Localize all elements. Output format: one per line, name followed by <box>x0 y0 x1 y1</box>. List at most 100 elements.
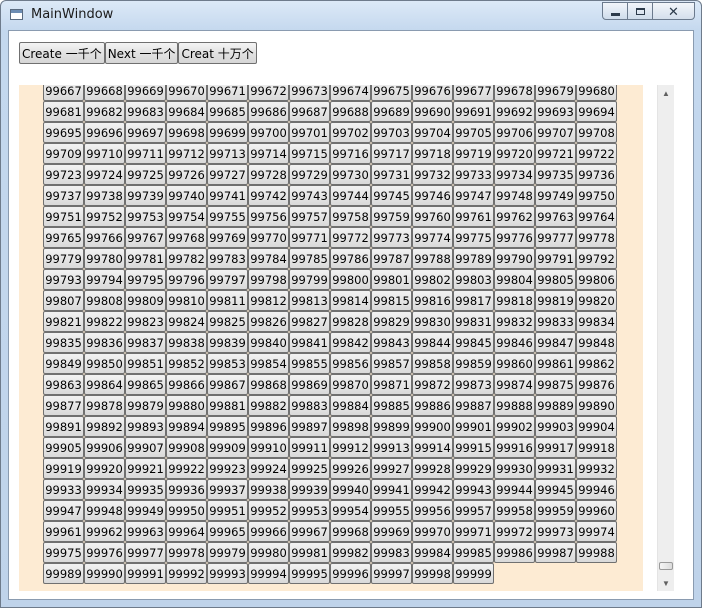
number-button[interactable]: 99788 <box>412 248 453 269</box>
number-button[interactable]: 99818 <box>494 290 535 311</box>
number-button[interactable]: 99833 <box>535 311 576 332</box>
number-button[interactable]: 99977 <box>125 542 166 563</box>
number-button[interactable]: 99682 <box>84 101 125 122</box>
number-button[interactable]: 99769 <box>207 227 248 248</box>
number-button[interactable]: 99674 <box>330 85 371 101</box>
number-button[interactable]: 99823 <box>125 311 166 332</box>
number-button[interactable]: 99795 <box>125 269 166 290</box>
number-button[interactable]: 99796 <box>166 269 207 290</box>
number-button[interactable]: 99907 <box>125 437 166 458</box>
number-button[interactable]: 99974 <box>576 521 617 542</box>
number-button[interactable]: 99708 <box>576 122 617 143</box>
number-button[interactable]: 99715 <box>289 143 330 164</box>
number-button[interactable]: 99734 <box>494 164 535 185</box>
number-button[interactable]: 99912 <box>330 437 371 458</box>
number-button[interactable]: 99871 <box>371 374 412 395</box>
number-button[interactable]: 99757 <box>289 206 330 227</box>
number-button[interactable]: 99969 <box>371 521 412 542</box>
number-button[interactable]: 99857 <box>371 353 412 374</box>
number-button[interactable]: 99727 <box>207 164 248 185</box>
number-button[interactable]: 99892 <box>84 416 125 437</box>
number-button[interactable]: 99930 <box>494 458 535 479</box>
number-button[interactable]: 99972 <box>494 521 535 542</box>
number-button[interactable]: 99678 <box>494 85 535 101</box>
number-button[interactable]: 99964 <box>166 521 207 542</box>
number-button[interactable]: 99730 <box>330 164 371 185</box>
number-button[interactable]: 99766 <box>84 227 125 248</box>
number-button[interactable]: 99876 <box>576 374 617 395</box>
number-button[interactable]: 99970 <box>412 521 453 542</box>
number-button[interactable]: 99934 <box>84 479 125 500</box>
number-button[interactable]: 99889 <box>535 395 576 416</box>
number-button[interactable]: 99782 <box>166 248 207 269</box>
number-button[interactable]: 99852 <box>166 353 207 374</box>
number-button[interactable]: 99938 <box>248 479 289 500</box>
number-button[interactable]: 99811 <box>207 290 248 311</box>
number-button[interactable]: 99830 <box>412 311 453 332</box>
number-button[interactable]: 99724 <box>84 164 125 185</box>
number-button[interactable]: 99824 <box>166 311 207 332</box>
number-button[interactable]: 99750 <box>576 185 617 206</box>
number-button[interactable]: 99858 <box>412 353 453 374</box>
number-button[interactable]: 99982 <box>330 542 371 563</box>
number-button[interactable]: 99760 <box>412 206 453 227</box>
number-button[interactable]: 99915 <box>453 437 494 458</box>
number-button[interactable]: 99680 <box>576 85 617 101</box>
number-button[interactable]: 99807 <box>43 290 84 311</box>
number-button[interactable]: 99672 <box>248 85 289 101</box>
number-button[interactable]: 99967 <box>289 521 330 542</box>
number-button[interactable]: 99855 <box>289 353 330 374</box>
number-button[interactable]: 99729 <box>289 164 330 185</box>
number-button[interactable]: 99822 <box>84 311 125 332</box>
number-button[interactable]: 99819 <box>535 290 576 311</box>
number-button[interactable]: 99735 <box>535 164 576 185</box>
number-button[interactable]: 99909 <box>207 437 248 458</box>
number-button[interactable]: 99691 <box>453 101 494 122</box>
number-button[interactable]: 99985 <box>453 542 494 563</box>
number-button[interactable]: 99846 <box>494 332 535 353</box>
number-button[interactable]: 99856 <box>330 353 371 374</box>
number-button[interactable]: 99931 <box>535 458 576 479</box>
number-button[interactable]: 99891 <box>43 416 84 437</box>
number-button[interactable]: 99960 <box>576 500 617 521</box>
number-button[interactable]: 99759 <box>371 206 412 227</box>
number-button[interactable]: 99763 <box>535 206 576 227</box>
number-button[interactable]: 99955 <box>371 500 412 521</box>
number-button[interactable]: 99726 <box>166 164 207 185</box>
number-button[interactable]: 99702 <box>330 122 371 143</box>
number-button[interactable]: 99748 <box>494 185 535 206</box>
number-button[interactable]: 99893 <box>125 416 166 437</box>
maximize-button[interactable] <box>627 2 653 20</box>
number-button[interactable]: 99922 <box>166 458 207 479</box>
number-button[interactable]: 99894 <box>166 416 207 437</box>
number-button[interactable]: 99868 <box>248 374 289 395</box>
number-button[interactable]: 99900 <box>412 416 453 437</box>
number-button[interactable]: 99742 <box>248 185 289 206</box>
number-button[interactable]: 99845 <box>453 332 494 353</box>
number-button[interactable]: 99752 <box>84 206 125 227</box>
number-button[interactable]: 99952 <box>248 500 289 521</box>
number-button[interactable]: 99988 <box>576 542 617 563</box>
number-button[interactable]: 99787 <box>371 248 412 269</box>
number-button[interactable]: 99897 <box>289 416 330 437</box>
number-button[interactable]: 99696 <box>84 122 125 143</box>
number-button[interactable]: 99783 <box>207 248 248 269</box>
number-button[interactable]: 99825 <box>207 311 248 332</box>
number-button[interactable]: 99883 <box>289 395 330 416</box>
number-button[interactable]: 99981 <box>289 542 330 563</box>
number-button[interactable]: 99962 <box>84 521 125 542</box>
number-button[interactable]: 99767 <box>125 227 166 248</box>
number-button[interactable]: 99961 <box>43 521 84 542</box>
number-button[interactable]: 99957 <box>453 500 494 521</box>
number-button[interactable]: 99722 <box>576 143 617 164</box>
number-button[interactable]: 99780 <box>84 248 125 269</box>
number-button[interactable]: 99920 <box>84 458 125 479</box>
number-button[interactable]: 99863 <box>43 374 84 395</box>
number-button[interactable]: 99689 <box>371 101 412 122</box>
number-button[interactable]: 99968 <box>330 521 371 542</box>
number-button[interactable]: 99841 <box>289 332 330 353</box>
number-button[interactable]: 99959 <box>535 500 576 521</box>
number-button[interactable]: 99784 <box>248 248 289 269</box>
number-button[interactable]: 99753 <box>125 206 166 227</box>
number-button[interactable]: 99701 <box>289 122 330 143</box>
